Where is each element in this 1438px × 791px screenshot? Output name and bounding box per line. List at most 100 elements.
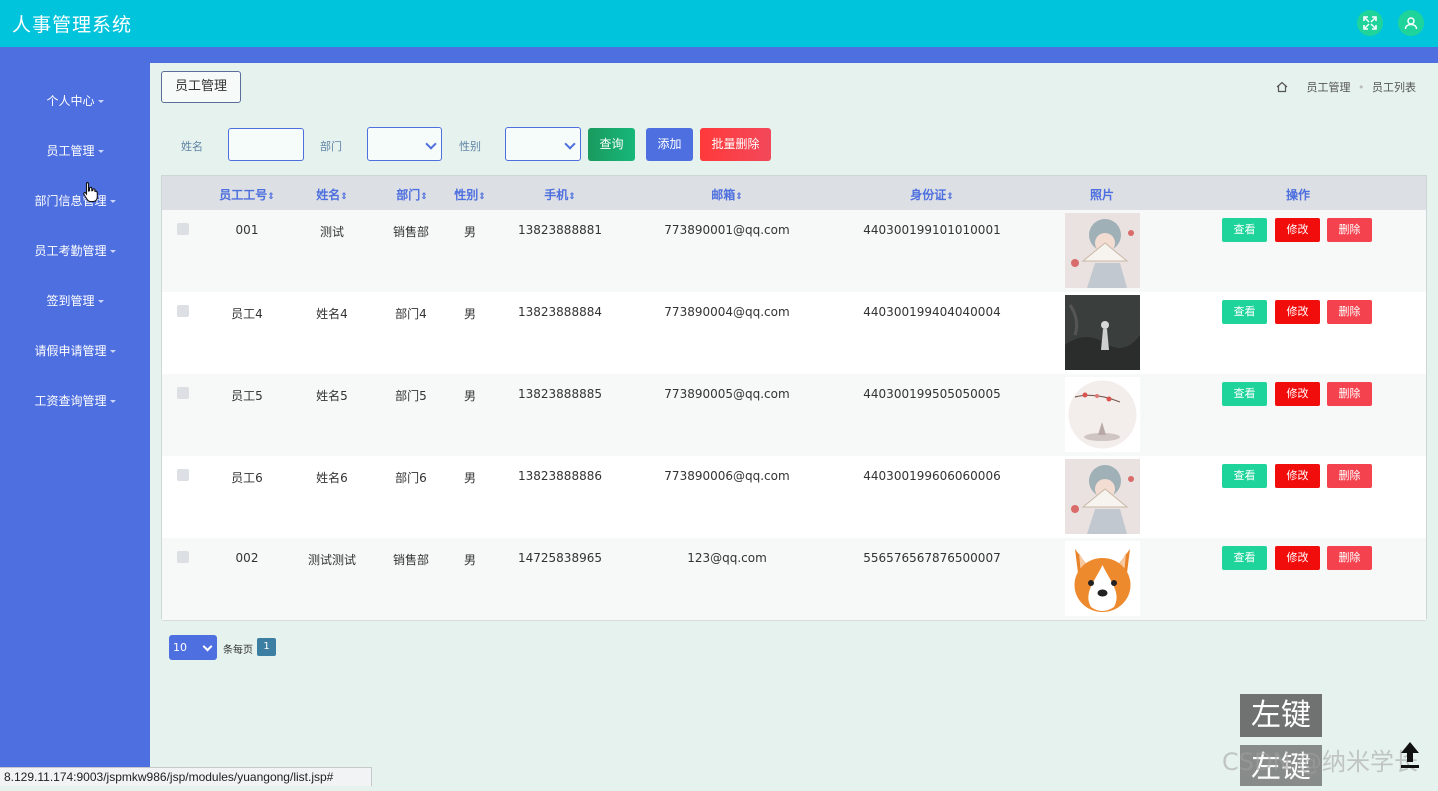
cell-name: 测试 (319, 225, 344, 239)
sort-icon: ⇕ (478, 192, 486, 202)
cell-gender: 男 (463, 225, 476, 239)
caret-down-icon (109, 350, 116, 353)
cell-gender: 男 (463, 553, 476, 567)
edit-button[interactable]: 修改 (1275, 218, 1320, 242)
cell-name: 姓名6 (316, 471, 348, 485)
cell-dept: 部门4 (395, 307, 427, 321)
edit-button[interactable]: 修改 (1275, 382, 1320, 406)
cell-employee-id: 002 (235, 551, 259, 565)
header-email[interactable]: 邮箱⇕ (662, 186, 792, 203)
batch-delete-button[interactable]: 批量删除 (700, 128, 771, 161)
cell-gender: 男 (463, 471, 476, 485)
cell-employee-id: 员工6 (231, 471, 263, 485)
dept-select[interactable] (367, 127, 442, 161)
page-size-select[interactable]: 10 (169, 635, 217, 660)
sidebar-item-label: 员工考勤管理 (34, 244, 107, 258)
header-gender[interactable]: 性别⇕ (445, 186, 495, 203)
add-button[interactable]: 添加 (646, 128, 693, 161)
cell-gender: 男 (463, 307, 476, 321)
row-checkbox[interactable] (177, 387, 189, 399)
table-row: 员工5 姓名5 部门5 男 13823888885 773890005@qq.com 440… (162, 374, 1426, 457)
cell-email: 773890005@qq.com (664, 387, 790, 401)
sidebar-item-employee-management[interactable]: 员工管理 (0, 142, 150, 159)
sidebar-item-label: 个人中心 (46, 94, 95, 108)
table-header: 员工工号⇕ 姓名⇕ 部门⇕ 性别⇕ 手机⇕ 邮箱⇕ 身份证⇕ 照片 操作 (162, 176, 1426, 211)
cell-gender: 男 (463, 389, 476, 403)
sidebar-item-department-management[interactable]: 部门信息管理 (0, 192, 150, 209)
page-number-button[interactable]: 1 (257, 638, 276, 656)
delete-button[interactable]: 删除 (1327, 464, 1372, 488)
breadcrumb-item[interactable]: 员工管理 (1307, 81, 1351, 94)
select-all-checkbox[interactable] (177, 186, 189, 198)
breadcrumb-item: 员工列表 (1372, 81, 1416, 94)
cell-email: 773890004@qq.com (664, 305, 790, 319)
sidebar-item-signin-management[interactable]: 签到管理 (0, 292, 150, 309)
sidebar-item-personal-center[interactable]: 个人中心 (0, 92, 150, 109)
view-button[interactable]: 查看 (1222, 464, 1267, 488)
user-button[interactable] (1398, 10, 1424, 36)
row-checkbox[interactable] (177, 551, 189, 563)
sort-icon: ⇕ (568, 192, 576, 202)
query-button[interactable]: 查询 (588, 128, 635, 161)
row-checkbox[interactable] (177, 469, 189, 481)
nav-strip (0, 47, 1438, 63)
table-row: 员工4 姓名4 部门4 男 13823888884 773890004@qq.com 440… (162, 292, 1426, 375)
cell-dept: 销售部 (392, 553, 429, 567)
fullscreen-icon (1363, 16, 1377, 30)
back-to-top-icon[interactable] (1398, 740, 1422, 770)
row-checkbox[interactable] (177, 305, 189, 317)
caret-down-icon (109, 200, 116, 203)
cell-idcard: 440300199505050005 (863, 387, 1001, 401)
cell-dept: 部门6 (395, 471, 427, 485)
table-row: 001 测试 销售部 男 13823888881 773890001@qq.com 4403… (162, 210, 1426, 293)
cell-employee-id: 员工4 (231, 307, 263, 321)
hand-cursor-icon (83, 181, 98, 203)
sidebar-item-leave-management[interactable]: 请假申请管理 (0, 342, 150, 359)
cell-employee-id: 001 (235, 223, 259, 237)
delete-button[interactable]: 删除 (1327, 218, 1372, 242)
cell-email: 773890006@qq.com (664, 469, 790, 483)
watermark: CSDN @纳米学长 (1222, 748, 1419, 776)
edit-button[interactable]: 修改 (1275, 300, 1320, 324)
tab-employee-management[interactable]: 员工管理 (161, 71, 241, 103)
cell-email: 123@qq.com (687, 551, 767, 565)
cell-phone: 13823888886 (518, 469, 602, 483)
edit-button[interactable]: 修改 (1275, 546, 1320, 570)
cell-employee-id: 员工5 (231, 389, 263, 403)
view-button[interactable]: 查看 (1222, 382, 1267, 406)
edit-button[interactable]: 修改 (1275, 464, 1320, 488)
sidebar-item-salary-management[interactable]: 工资查询管理 (0, 392, 150, 409)
view-button[interactable]: 查看 (1222, 218, 1267, 242)
cell-phone: 13823888885 (518, 387, 602, 401)
delete-button[interactable]: 删除 (1327, 300, 1372, 324)
header-photo: 照片 (1089, 188, 1114, 202)
header-idcard[interactable]: 身份证⇕ (852, 186, 1012, 203)
header-employee-id[interactable]: 员工工号⇕ (212, 186, 282, 203)
header-name[interactable]: 姓名⇕ (302, 186, 362, 203)
row-checkbox[interactable] (177, 223, 189, 235)
cell-idcard: 440300199101010001 (863, 223, 1001, 237)
sidebar-item-attendance-management[interactable]: 员工考勤管理 (0, 242, 150, 259)
gender-select[interactable] (505, 127, 581, 161)
app-title: 人事管理系统 (12, 14, 133, 36)
header-phone[interactable]: 手机⇕ (515, 186, 605, 203)
sidebar-item-label: 工资查询管理 (34, 394, 107, 408)
delete-button[interactable]: 删除 (1327, 546, 1372, 570)
breadcrumb-separator: • (1358, 80, 1365, 94)
dept-label: 部门 (320, 140, 342, 153)
delete-button[interactable]: 删除 (1327, 382, 1372, 406)
home-icon[interactable] (1276, 81, 1288, 93)
view-button[interactable]: 查看 (1222, 546, 1267, 570)
cell-dept: 销售部 (392, 225, 429, 239)
name-input[interactable] (228, 128, 304, 161)
table-row: 员工6 姓名6 部门6 男 13823888886 773890006@qq.com 440… (162, 456, 1426, 539)
fullscreen-button[interactable] (1357, 10, 1383, 36)
header-dept[interactable]: 部门⇕ (382, 186, 442, 203)
sort-icon: ⇕ (267, 192, 275, 202)
caret-down-icon (97, 100, 104, 103)
name-label: 姓名 (181, 140, 203, 153)
cell-name: 姓名5 (316, 389, 348, 403)
sidebar-item-label: 请假申请管理 (34, 344, 107, 358)
view-button[interactable]: 查看 (1222, 300, 1267, 324)
employee-photo (1065, 541, 1140, 616)
